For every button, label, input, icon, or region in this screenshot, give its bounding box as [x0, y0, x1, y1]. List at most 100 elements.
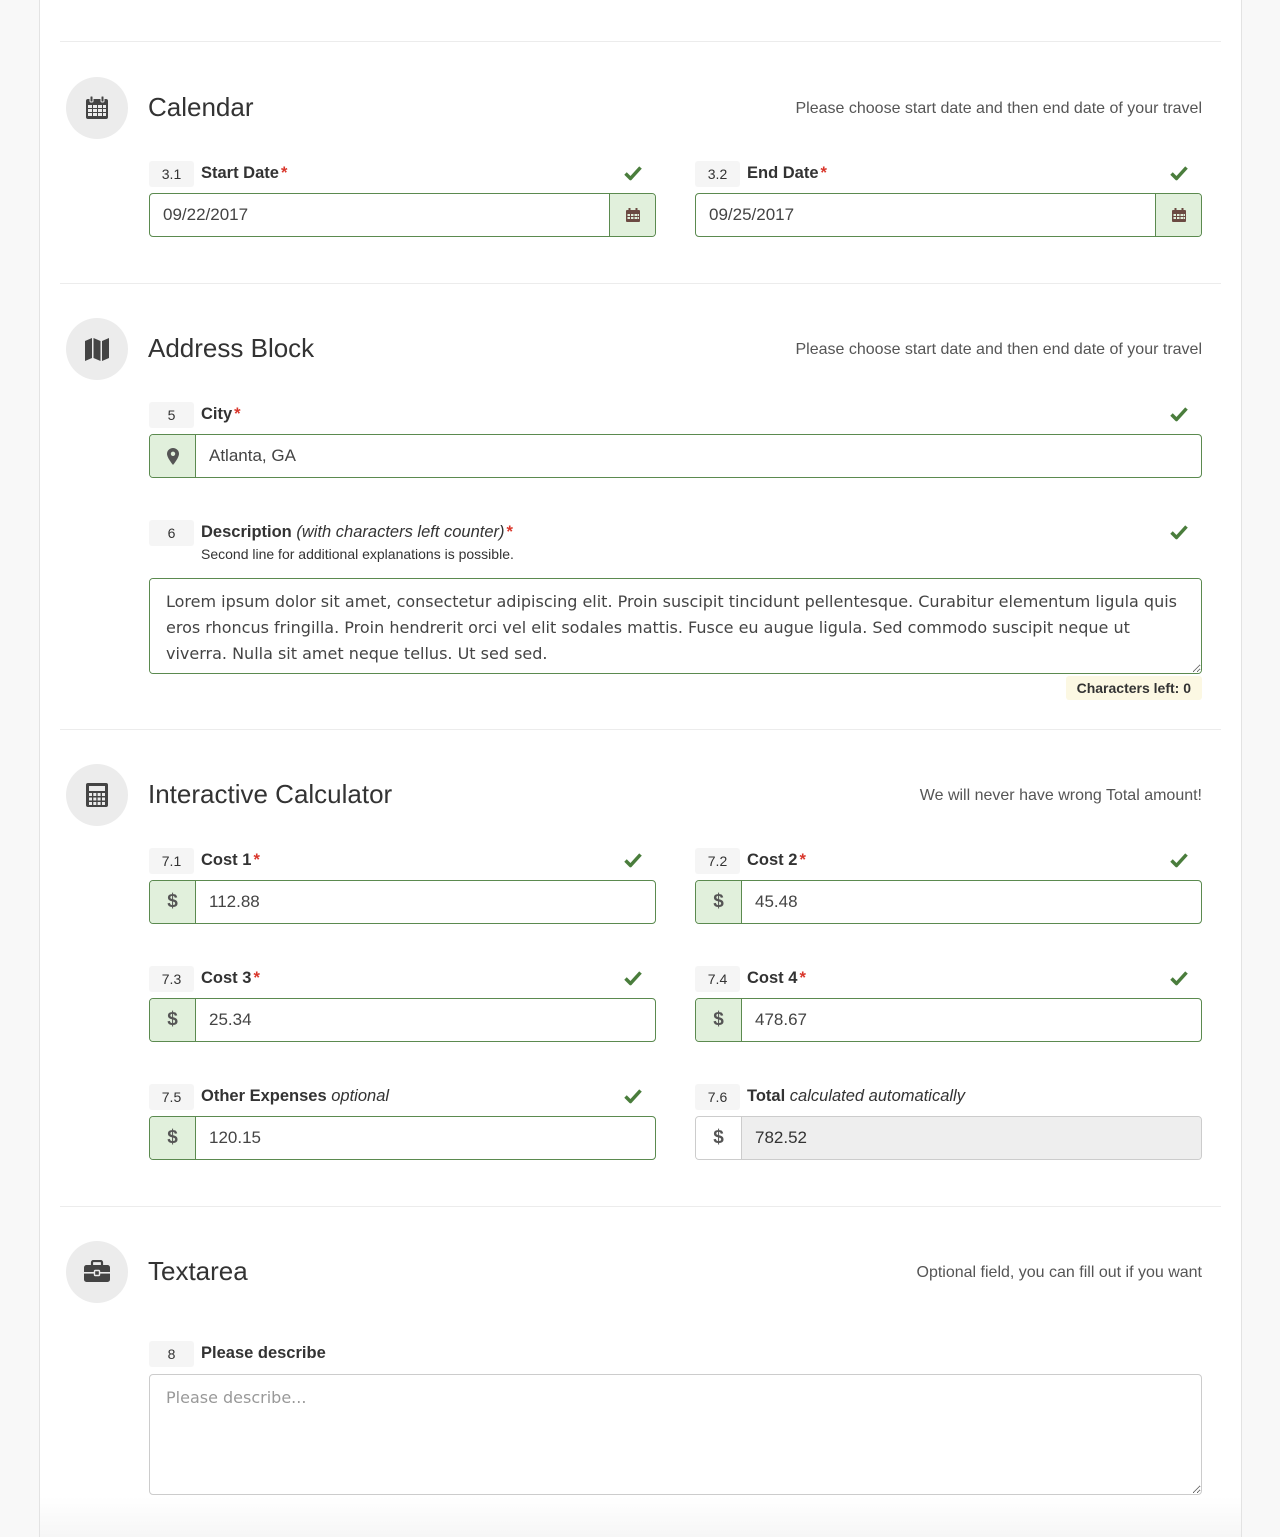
other-expenses-input[interactable]: [196, 1117, 655, 1159]
cost-4-label: Cost 4 *: [747, 969, 806, 987]
dollar-icon: $: [150, 1117, 196, 1159]
valid-check-icon: [1170, 165, 1188, 186]
required-marker: *: [506, 523, 513, 541]
calendar-section-icon: [66, 77, 128, 139]
valid-check-icon: [624, 165, 642, 186]
cost-1-field: 7.1 Cost 1 * $: [149, 848, 656, 924]
calendar-section-title: Calendar: [148, 92, 254, 122]
valid-check-icon: [1170, 852, 1188, 873]
dollar-icon: $: [696, 881, 742, 923]
cost-2-field: 7.2 Cost 2 * $: [695, 848, 1202, 924]
total-note: calculated automatically: [789, 1087, 965, 1105]
cost-3-label: Cost 3 *: [201, 969, 260, 987]
valid-check-icon: [624, 970, 642, 991]
city-input[interactable]: [196, 435, 1201, 477]
calculator-section-title: Interactive Calculator: [148, 779, 393, 809]
start-date-picker-button[interactable]: [609, 194, 655, 236]
field-number-badge: 7.4: [695, 966, 740, 992]
describe-textarea[interactable]: [149, 1374, 1202, 1495]
end-date-field: 3.2 End Date *: [695, 161, 1202, 237]
cost-3-field: 7.3 Cost 3 * $: [149, 966, 656, 1042]
calendar-icon: [86, 95, 108, 119]
description-textarea[interactable]: Lorem ipsum dolor sit amet, consectetur …: [149, 578, 1202, 674]
cost-3-input[interactable]: [196, 999, 655, 1041]
calendar-icon: [625, 208, 640, 222]
valid-check-icon: [624, 852, 642, 873]
end-date-label: End Date *: [747, 164, 827, 182]
section-divider: [60, 1206, 1221, 1207]
field-number-badge: 7.3: [149, 966, 194, 992]
textarea-section-title: Textarea: [148, 1256, 248, 1286]
valid-check-icon: [624, 1088, 642, 1109]
briefcase-icon: [84, 1260, 110, 1282]
calendar-icon: [1171, 208, 1186, 222]
total-input-group: $: [695, 1116, 1202, 1160]
other-expenses-label: Other Expenses optional: [201, 1087, 390, 1105]
cost-4-field: 7.4 Cost 4 * $: [695, 966, 1202, 1042]
required-marker: *: [280, 164, 288, 182]
city-field: 5 City *: [149, 402, 1202, 478]
start-date-label: Start Date *: [201, 164, 288, 182]
total-input: [742, 1117, 1201, 1159]
cost-4-input[interactable]: [742, 999, 1201, 1041]
cost-1-label: Cost 1 *: [201, 851, 260, 869]
valid-check-icon: [1170, 406, 1188, 427]
other-expenses-field: 7.5 Other Expenses optional $: [149, 1084, 656, 1160]
start-date-input-group: [149, 193, 656, 237]
section-divider: [60, 283, 1221, 284]
cost-3-input-group: $: [149, 998, 656, 1042]
dollar-icon: $: [696, 1117, 742, 1159]
optional-note: optional: [331, 1087, 390, 1105]
end-date-input-group: [695, 193, 1202, 237]
describe-label: Please describe: [201, 1344, 326, 1362]
other-expenses-input-group: $: [149, 1116, 656, 1160]
field-number-badge: 8: [149, 1341, 194, 1367]
required-marker: *: [234, 405, 241, 423]
start-date-input[interactable]: [150, 194, 609, 236]
cost-2-label: Cost 2 *: [747, 851, 806, 869]
city-addon: [150, 435, 196, 477]
start-date-field: 3.1 Start Date *: [149, 161, 656, 237]
section-divider: [60, 729, 1221, 730]
valid-check-icon: [1170, 970, 1188, 991]
end-date-picker-button[interactable]: [1155, 194, 1201, 236]
cost-1-input-group: $: [149, 880, 656, 924]
cost-2-input[interactable]: [742, 881, 1201, 923]
total-label: Total calculated automatically: [747, 1087, 965, 1105]
map-marker-icon: [166, 447, 179, 465]
textarea-section-hint: Optional field, you can fill out if you …: [916, 1264, 1203, 1281]
description-sub-label: Second line for additional explanations …: [201, 546, 514, 562]
characters-left-counter: Characters left: 0: [1065, 676, 1202, 700]
calculator-section-icon: [66, 764, 128, 826]
dollar-icon: $: [150, 881, 196, 923]
required-marker: *: [799, 851, 806, 869]
valid-check-icon: [1170, 524, 1188, 545]
description-field: 6 Description (with characters left coun…: [149, 520, 1202, 705]
cost-1-input[interactable]: [196, 881, 655, 923]
field-number-badge: 5: [149, 402, 194, 428]
address-section-title: Address Block: [148, 333, 315, 363]
map-icon: [85, 338, 109, 361]
city-input-group: [149, 434, 1202, 478]
description-label-note: (with characters left counter): [296, 523, 505, 541]
panel-bottom-fade: [40, 1497, 1241, 1537]
required-marker: *: [799, 969, 806, 987]
end-date-input[interactable]: [696, 194, 1155, 236]
describe-field: 8 Please describe: [149, 1341, 1202, 1496]
field-number-badge: 6: [149, 520, 194, 546]
description-label: Description (with characters left counte…: [201, 523, 513, 541]
calculator-section-hint: We will never have wrong Total amount!: [919, 787, 1202, 804]
section-divider: [60, 41, 1221, 42]
field-number-badge: 7.6: [695, 1084, 740, 1110]
field-number-badge: 7.2: [695, 848, 740, 874]
field-number-badge: 3.2: [695, 161, 740, 187]
calculator-icon: [86, 783, 108, 807]
dollar-icon: $: [150, 999, 196, 1041]
field-number-badge: 7.5: [149, 1084, 194, 1110]
cost-2-input-group: $: [695, 880, 1202, 924]
calendar-section-hint: Please choose start date and then end da…: [795, 100, 1203, 117]
address-section-hint: Please choose start date and then end da…: [795, 341, 1203, 358]
address-section-icon: [66, 318, 128, 380]
total-field: 7.6 Total calculated automatically $: [695, 1084, 1202, 1160]
textarea-section-icon: [66, 1241, 128, 1303]
